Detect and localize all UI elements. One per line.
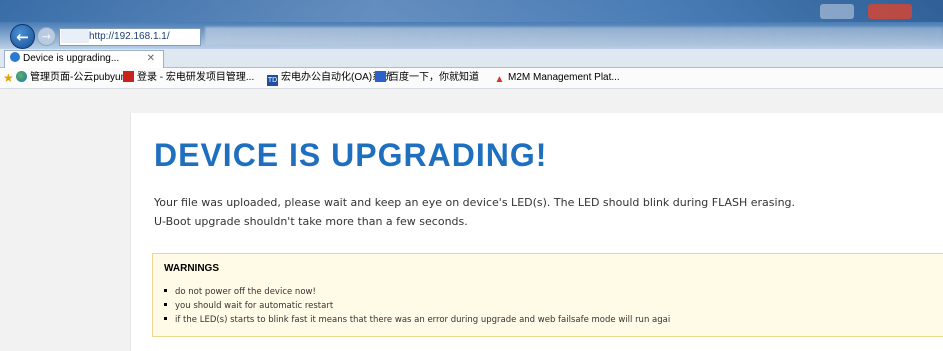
navigation-bar: ← → http://192.168.1.1/ xyxy=(0,22,943,49)
title-bar xyxy=(0,0,943,22)
m2m-icon: ▲ xyxy=(494,74,505,85)
back-button[interactable]: ← xyxy=(10,24,35,49)
site-icon xyxy=(61,29,89,43)
back-arrow-icon: ← xyxy=(16,27,29,46)
favorite-item-oa[interactable]: TD 宏电办公自动化(OA)系统 xyxy=(267,71,392,86)
favorites-star-icon[interactable]: ★ xyxy=(3,71,14,85)
bullet-icon xyxy=(164,289,167,292)
favorite-label: 登录 - 宏电研发项目管理... xyxy=(137,72,255,83)
forward-arrow-icon: → xyxy=(41,30,52,43)
close-window-button[interactable] xyxy=(868,4,912,19)
favorite-item-baidu[interactable]: 百度一下，你就知道 xyxy=(375,71,479,85)
favorite-label: 百度一下，你就知道 xyxy=(389,72,479,83)
favorite-label: M2M Management Plat... xyxy=(508,72,620,83)
warning-text: do not power off the device now! xyxy=(175,287,316,297)
favorite-item-pubyun[interactable]: 管理页面-公云pubyun xyxy=(16,71,126,85)
blurred-toolbar xyxy=(205,27,943,45)
favorites-bar: ★ 管理页面-公云pubyun 登录 - 宏电研发项目管理... TD 宏电办公自… xyxy=(0,68,943,89)
tab-title: Device is upgrading... xyxy=(23,53,120,64)
warnings-title: WARNINGS xyxy=(164,263,219,274)
favorite-item-redmine[interactable]: 登录 - 宏电研发项目管理... xyxy=(123,71,254,85)
forward-button[interactable]: → xyxy=(37,27,56,46)
close-tab-icon[interactable]: ✕ xyxy=(147,51,155,67)
bullet-icon xyxy=(164,303,167,306)
favorite-label: 管理页面-公云pubyun xyxy=(30,72,127,83)
warnings-list: do not power off the device now! you sho… xyxy=(164,285,670,327)
baidu-icon xyxy=(375,71,386,82)
address-url: http://192.168.1.1/ xyxy=(89,31,170,42)
uboot-message: U-Boot upgrade shouldn't take more than … xyxy=(154,215,468,228)
td-icon: TD xyxy=(267,75,278,86)
warning-text: if the LED(s) starts to blink fast it me… xyxy=(175,315,671,325)
warning-item: do not power off the device now! xyxy=(164,285,670,299)
page-content: DEVICE IS UPGRADING! Your file was uploa… xyxy=(130,113,943,351)
warning-item: you should wait for automatic restart xyxy=(164,299,670,313)
ie-page-icon xyxy=(10,52,20,62)
address-bar[interactable]: http://192.168.1.1/ xyxy=(59,28,201,46)
minimize-button[interactable] xyxy=(820,4,854,19)
tab-strip: Device is upgrading... ✕ xyxy=(0,49,943,68)
page-title: DEVICE IS UPGRADING! xyxy=(154,137,548,173)
tab-device-upgrading[interactable]: Device is upgrading... ✕ xyxy=(4,50,164,68)
upload-message: Your file was uploaded, please wait and … xyxy=(154,196,796,209)
warning-item: if the LED(s) starts to blink fast it me… xyxy=(164,313,670,327)
favorite-item-m2m[interactable]: ▲ M2M Management Plat... xyxy=(494,71,620,85)
browser-chrome: ← → http://192.168.1.1/ xyxy=(0,0,943,49)
warning-text: you should wait for automatic restart xyxy=(175,301,334,311)
warnings-box: WARNINGS do not power off the device now… xyxy=(152,253,943,337)
bullet-icon xyxy=(164,317,167,320)
globe-icon xyxy=(16,71,27,82)
redmine-icon xyxy=(123,71,134,82)
